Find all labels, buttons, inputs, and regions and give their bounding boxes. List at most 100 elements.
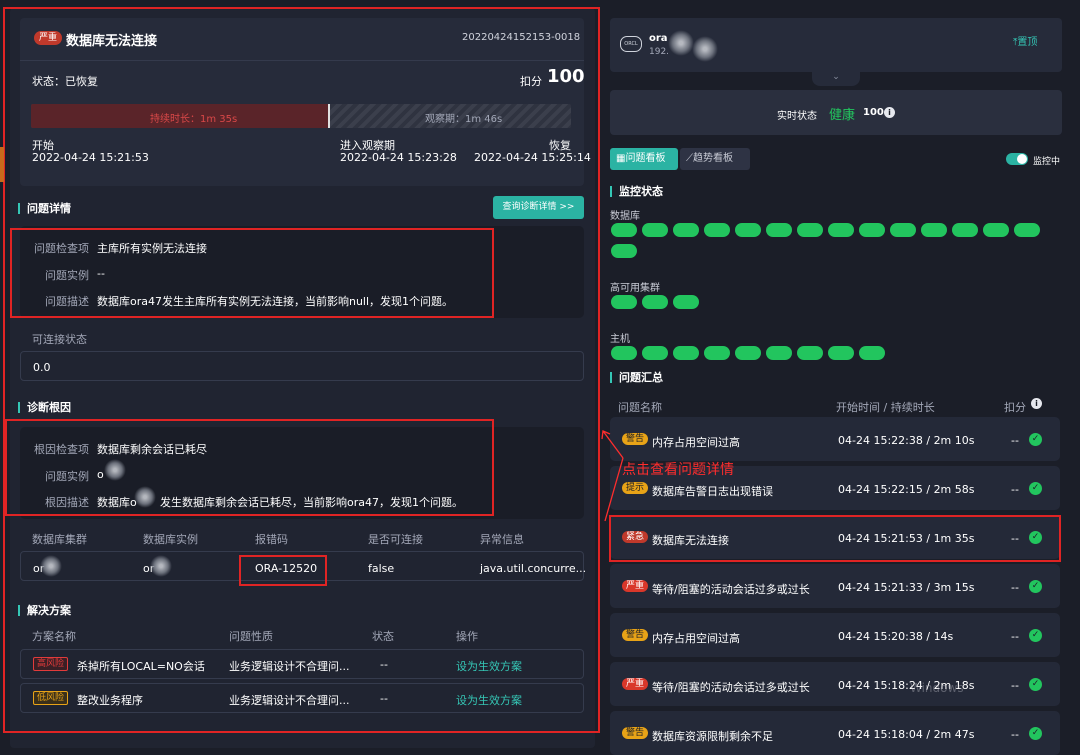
health-dot[interactable] <box>859 346 885 360</box>
health-dot[interactable] <box>797 223 823 237</box>
health-dot[interactable] <box>673 223 699 237</box>
problem-name: 数据库资源限制剩余不足 <box>652 730 773 743</box>
health-dot[interactable] <box>673 295 699 309</box>
root-desc-value: 发生数据库剩余会话已耗尽，当前影响ora47，发现1个问题。 <box>160 496 463 509</box>
check-circle-icon: ✓ <box>1029 482 1042 495</box>
redaction-blur <box>104 459 126 481</box>
summary-header-time: 开始时间 / 持续时长 <box>836 401 935 414</box>
problem-check-label: 问题检查项 <box>34 242 89 255</box>
risk-badge: 低风险 <box>33 691 69 705</box>
tab-trend-label: 趋势看板 <box>693 153 733 164</box>
info-icon[interactable]: i <box>1031 398 1042 409</box>
monitor-toggle[interactable] <box>1006 153 1028 165</box>
root-desc-label: 根因描述 <box>45 496 89 509</box>
health-dot[interactable] <box>859 223 885 237</box>
problem-desc-value: 数据库ora47发生主库所有实例无法连接，当前影响null，发现1个问题。 <box>97 295 454 308</box>
health-dot[interactable] <box>921 223 947 237</box>
problem-score: -- <box>1011 434 1019 447</box>
problem-name: 数据库告警日志出现错误 <box>652 485 773 498</box>
info-icon[interactable]: i <box>884 107 895 118</box>
redaction-blur <box>40 555 62 577</box>
pin-label: 置顶 <box>1017 37 1038 48</box>
connect-status-value: 0.0 <box>33 361 51 374</box>
connect-status-box <box>20 351 584 381</box>
monitor-group-label: 数据库 <box>610 211 640 222</box>
health-dot[interactable] <box>611 223 637 237</box>
solution-header-cell: 方案名称 <box>32 630 76 643</box>
annotation-text: 点击查看问题详情 <box>622 462 734 478</box>
score-value: 100 <box>547 66 585 87</box>
problem-score: -- <box>1011 679 1019 692</box>
problem-time: 04-24 15:18:04 / 2m 47s <box>838 728 975 741</box>
orange-side-tab <box>0 147 4 182</box>
health-dot[interactable] <box>735 346 761 360</box>
health-dot[interactable] <box>766 346 792 360</box>
check-circle-icon: ✓ <box>1029 433 1042 446</box>
health-dot[interactable] <box>611 244 637 258</box>
root-section-title: 诊断根因 <box>18 402 71 413</box>
health-dot[interactable] <box>983 223 1009 237</box>
health-dot[interactable] <box>611 346 637 360</box>
db-name: ora <box>649 33 668 44</box>
table-header-cell: 数据库实例 <box>143 533 198 546</box>
health-dot[interactable] <box>611 295 637 309</box>
health-dot[interactable] <box>952 223 978 237</box>
set-effective-link[interactable]: 设为生效方案 <box>456 658 522 674</box>
solution-name: 整改业务程序 <box>77 694 143 707</box>
health-dot[interactable] <box>828 346 854 360</box>
root-check-label: 根因检查项 <box>34 443 89 456</box>
observe-start-time: 2022-04-24 15:23:28 <box>340 151 457 164</box>
check-circle-icon: ✓ <box>1029 727 1042 740</box>
annotation-arrow <box>601 430 624 522</box>
tab-trend-board[interactable]: ⟋趋势看板 <box>680 148 750 170</box>
risk-badge: 高风险 <box>33 657 69 671</box>
tab-problem-board[interactable]: ▦问题看板 <box>610 148 678 170</box>
incident-id: 20220424152153-0018 <box>462 32 581 43</box>
health-dot[interactable] <box>704 346 730 360</box>
summary-header-score: 扣分 <box>1004 401 1026 414</box>
solution-nature: 业务逻辑设计不合理问... <box>229 694 350 707</box>
health-dot[interactable] <box>890 223 916 237</box>
pin-button[interactable]: ⤒置顶 <box>1013 33 1037 48</box>
problem-level-badge: 警告 <box>622 727 649 739</box>
health-dot[interactable] <box>673 346 699 360</box>
redaction-blur <box>134 486 156 508</box>
problem-level-badge: 警告 <box>622 629 649 641</box>
health-dot[interactable] <box>642 346 668 360</box>
health-dot[interactable] <box>797 346 823 360</box>
redaction-blur <box>668 30 694 56</box>
check-circle-icon: ✓ <box>1029 580 1042 593</box>
health-dot[interactable] <box>735 223 761 237</box>
problem-level-badge: 严重 <box>622 580 649 592</box>
duration-label: 持续时长：1m 35s <box>150 114 238 125</box>
monitor-group-label: 主机 <box>610 334 630 345</box>
solution-header-cell: 操作 <box>456 630 478 643</box>
problem-check-value: 主库所有实例无法连接 <box>97 242 207 255</box>
tab-problem-label: 问题看板 <box>625 153 666 164</box>
table-header-cell: 报错码 <box>255 533 288 546</box>
health-dot[interactable] <box>704 223 730 237</box>
problem-score: -- <box>1011 630 1019 643</box>
health-dot[interactable] <box>642 223 668 237</box>
health-dot[interactable] <box>1014 223 1040 237</box>
summary-header-name: 问题名称 <box>618 401 662 414</box>
diag-detail-button[interactable]: 查询诊断详情 >> <box>493 196 584 219</box>
problem-name: 等待/阻塞的活动会话过多或过长 <box>652 583 810 596</box>
header-divider <box>20 60 584 61</box>
problem-score: -- <box>1011 581 1019 594</box>
recover-time: 2022-04-24 15:25:14 <box>474 151 591 164</box>
summary-section-title: 问题汇总 <box>610 372 663 383</box>
health-dot[interactable] <box>642 295 668 309</box>
status-text: 状态：已恢复 <box>32 75 98 88</box>
check-circle-icon: ✓ <box>1029 678 1042 691</box>
health-dot[interactable] <box>766 223 792 237</box>
collapse-toggle[interactable]: ⌄ <box>812 70 860 86</box>
health-dot[interactable] <box>828 223 854 237</box>
problem-name: 内存占用空间过高 <box>652 632 740 645</box>
problem-name: 数据库无法连接 <box>652 534 729 547</box>
problem-section-title: 问题详情 <box>18 203 71 214</box>
problem-time: 04-24 15:22:38 / 2m 10s <box>838 434 975 447</box>
set-effective-link[interactable]: 设为生效方案 <box>456 692 522 708</box>
problem-time: 04-24 15:22:15 / 2m 58s <box>838 483 975 496</box>
health-label: 健康 <box>829 108 856 123</box>
